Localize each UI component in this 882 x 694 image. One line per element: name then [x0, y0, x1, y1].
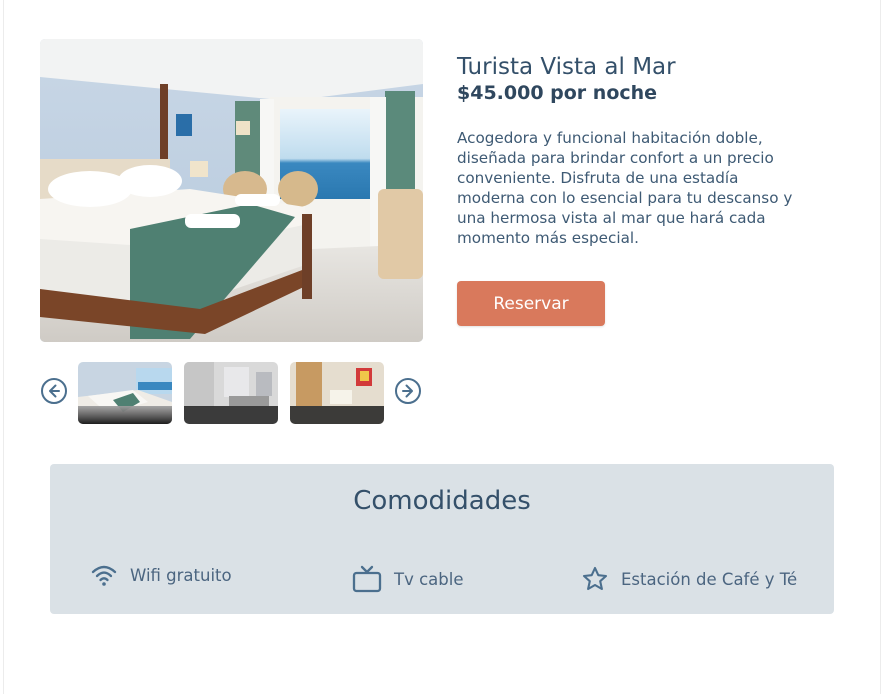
- tv-icon: [352, 565, 382, 593]
- amenity-wifi: Wifi gratuito: [90, 563, 232, 587]
- room-price: $45.000 por noche: [457, 82, 658, 104]
- amenity-tv-label: Tv cable: [394, 569, 464, 589]
- amenities-title: Comodidades: [353, 486, 531, 516]
- room-detail-thumbnail[interactable]: [290, 362, 384, 424]
- star-icon: [581, 566, 609, 592]
- amenity-coffee-label: Estación de Café y Té: [621, 569, 798, 589]
- arrow-right-circle-icon[interactable]: [394, 377, 422, 405]
- bedroom-thumbnail[interactable]: [78, 362, 172, 424]
- amenities-panel: Comodidades Wifi gratuito Tv cable Estac…: [50, 464, 834, 614]
- room-main-photo: [40, 39, 423, 342]
- amenity-wifi-label: Wifi gratuito: [130, 565, 232, 585]
- amenity-tv: Tv cable: [352, 565, 463, 593]
- amenity-coffee: Estación de Café y Té: [581, 566, 797, 592]
- arrow-left-circle-icon[interactable]: [40, 377, 68, 405]
- wifi-icon: [90, 563, 118, 587]
- room-description: Acogedora y funcional habitación doble, …: [457, 129, 793, 247]
- bathroom-thumbnail[interactable]: [184, 362, 278, 424]
- book-button[interactable]: Reservar: [457, 281, 605, 326]
- room-title: Turista Vista al Mar: [457, 54, 676, 80]
